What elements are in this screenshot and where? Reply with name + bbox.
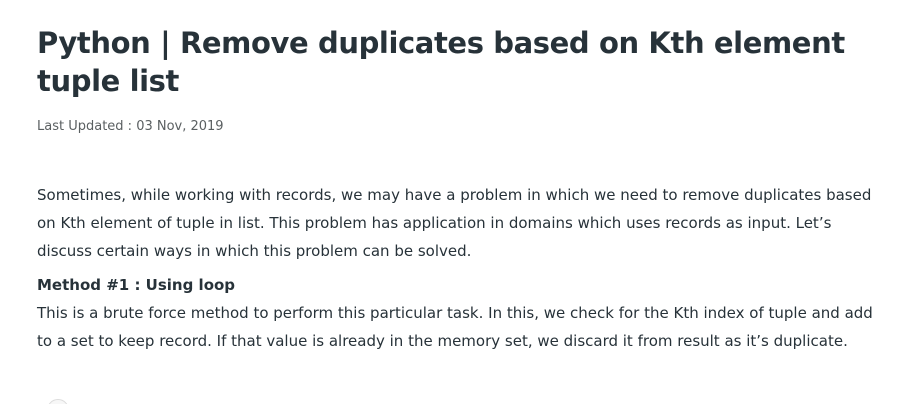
floating-button[interactable] [47,399,69,404]
last-updated-date: Last Updated : 03 Nov, 2019 [37,119,224,134]
method-description: This is a brute force method to perform … [37,304,873,350]
article-container: Python | Remove duplicates based on Kth … [37,24,887,355]
article-title: Python | Remove duplicates based on Kth … [37,26,845,98]
method-heading: Method #1 : Using loop [37,276,236,294]
intro-paragraph: Sometimes, while working with records, w… [37,186,872,260]
